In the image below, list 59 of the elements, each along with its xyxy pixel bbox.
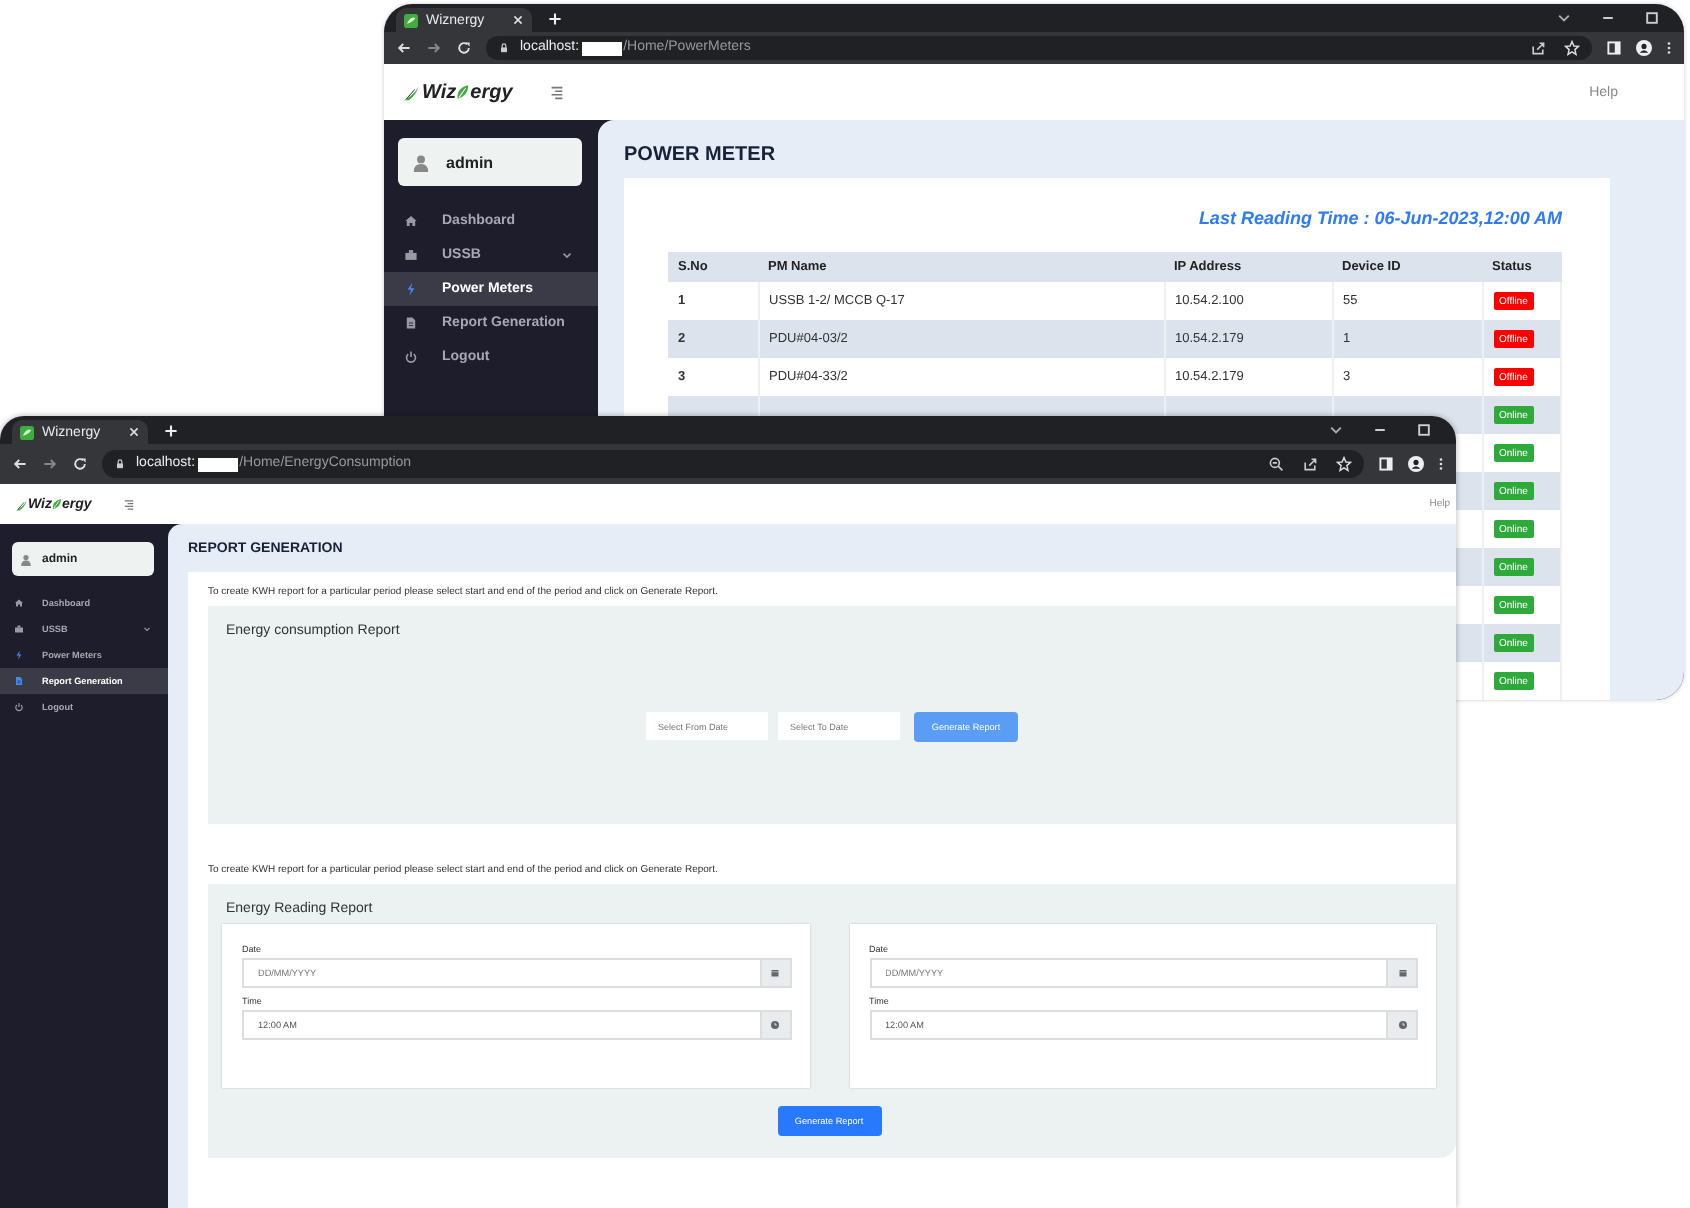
clock-icon	[1397, 1020, 1407, 1030]
bolt-icon	[14, 650, 24, 660]
back-icon[interactable]	[12, 456, 28, 472]
close-icon[interactable]	[512, 14, 524, 26]
profile-icon[interactable]	[1636, 40, 1652, 56]
redaction-block	[581, 41, 622, 55]
new-tab-icon[interactable]	[548, 12, 562, 26]
briefcase-icon	[14, 624, 24, 634]
clock-addon[interactable]	[761, 1010, 791, 1040]
document-icon	[404, 316, 418, 330]
chevron-icon[interactable]	[1328, 422, 1344, 438]
briefcase-icon	[404, 248, 418, 262]
caret-icon	[560, 248, 574, 262]
share-icon[interactable]	[1530, 40, 1546, 56]
zoom-icon[interactable]	[1268, 456, 1284, 472]
document-icon	[14, 676, 24, 686]
page-title: POWER METER	[624, 144, 778, 170]
calendar-icon	[1397, 968, 1407, 978]
menu-icon[interactable]	[548, 83, 567, 101]
clock-addon[interactable]	[1388, 1010, 1418, 1040]
favicon-icon	[20, 425, 34, 439]
lock-icon	[498, 42, 510, 54]
star-icon[interactable]	[1564, 40, 1580, 56]
more-icon[interactable]	[1666, 40, 1672, 56]
menu-icon[interactable]	[121, 497, 136, 511]
last-reading-time: Last Reading Time : 06-Jun-2023,12:00 AM	[1196, 208, 1562, 232]
more-icon[interactable]	[1438, 456, 1444, 472]
reload-icon[interactable]	[72, 456, 88, 472]
close-icon[interactable]	[128, 426, 140, 438]
power-icon	[404, 350, 418, 364]
back-icon[interactable]	[396, 40, 412, 56]
forward-icon[interactable]	[42, 456, 58, 472]
share-icon[interactable]	[1302, 456, 1318, 472]
redaction-block	[197, 457, 238, 471]
side-panel-icon[interactable]	[1606, 40, 1622, 56]
reload-icon[interactable]	[456, 40, 472, 56]
power-icon	[14, 702, 24, 712]
calendar-addon[interactable]	[1388, 958, 1418, 988]
caret-icon	[142, 624, 152, 634]
home-icon	[14, 598, 24, 608]
maximize-icon[interactable]	[1644, 10, 1660, 26]
user-icon	[412, 153, 430, 171]
side-panel-icon[interactable]	[1378, 456, 1394, 472]
clock-icon	[770, 1020, 780, 1030]
star-icon[interactable]	[1336, 456, 1352, 472]
lock-icon	[114, 458, 126, 470]
user-name: admin	[446, 153, 494, 171]
calendar-icon	[770, 968, 780, 978]
home-icon	[404, 214, 418, 228]
profile-icon[interactable]	[1408, 456, 1424, 472]
user-icon	[20, 553, 32, 565]
bolt-icon	[404, 282, 418, 296]
forward-icon[interactable]	[426, 40, 442, 56]
favicon-icon	[404, 13, 418, 27]
calendar-addon[interactable]	[761, 958, 791, 988]
new-tab-icon[interactable]	[164, 424, 178, 438]
logo: Wiz ergy	[404, 81, 513, 103]
chevron-icon[interactable]	[1556, 10, 1572, 26]
maximize-icon[interactable]	[1416, 422, 1432, 438]
